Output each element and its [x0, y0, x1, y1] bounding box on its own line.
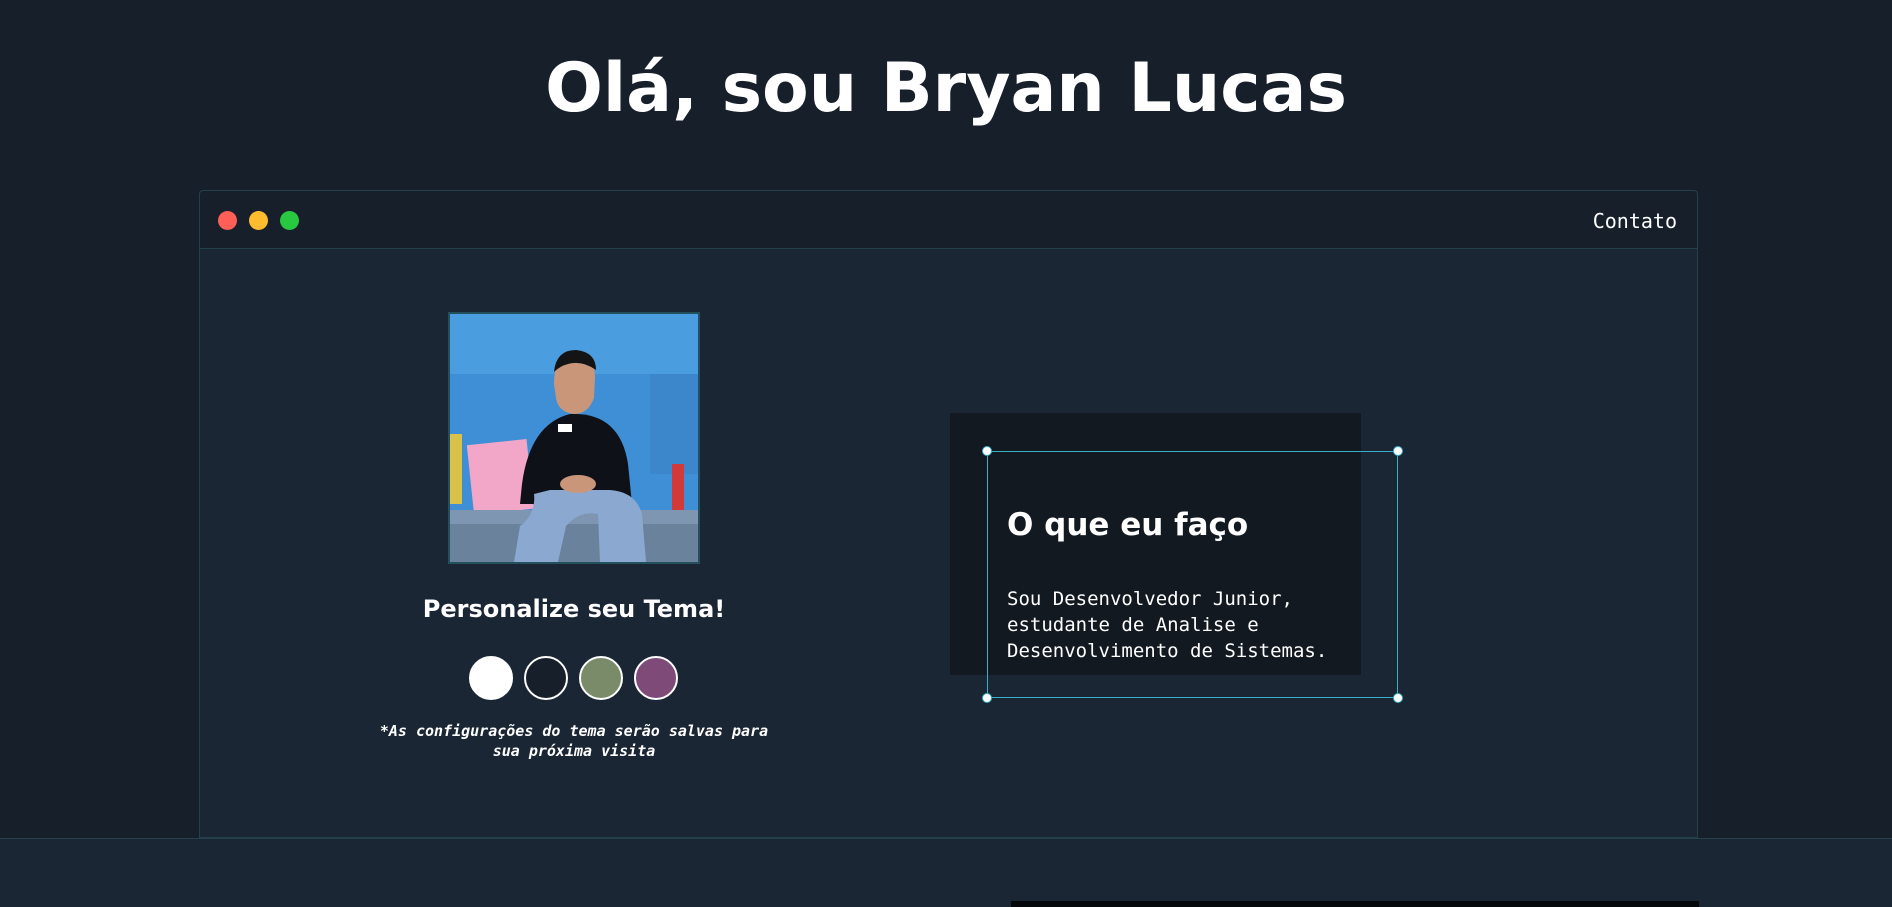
- window-minimize-button[interactable]: [249, 211, 268, 230]
- next-section: [0, 838, 1892, 907]
- window-maximize-button[interactable]: [280, 211, 299, 230]
- page-title: Olá, sou Bryan Lucas: [545, 49, 1347, 128]
- window-close-button[interactable]: [218, 211, 237, 230]
- resize-handle-bottom-right[interactable]: [1393, 693, 1403, 703]
- theme-save-note: *As configurações do tema serão salvas p…: [379, 722, 769, 760]
- theme-swatches: [469, 656, 689, 702]
- theme-title: Personalize seu Tema!: [422, 595, 726, 623]
- about-title: O que eu faço: [1007, 507, 1249, 543]
- theme-swatch-light[interactable]: [469, 656, 513, 700]
- theme-swatch-dark[interactable]: [524, 656, 568, 700]
- resize-handle-bottom-left[interactable]: [982, 693, 992, 703]
- theme-swatch-purple[interactable]: [634, 656, 678, 700]
- profile-photo: [448, 312, 700, 564]
- about-card: O que eu faço Sou Desenvolvedor Junior, …: [982, 446, 1403, 703]
- window-title-bar: Contato: [200, 191, 1697, 249]
- nav-contact-link[interactable]: Contato: [1593, 208, 1677, 234]
- resize-handle-top-right[interactable]: [1393, 446, 1403, 456]
- profile-photo-illustration: [450, 314, 698, 562]
- browser-window: Contato Personalize seu Tema! *As config…: [199, 190, 1698, 838]
- about-text: Sou Desenvolvedor Junior, estudante de A…: [1007, 588, 1328, 662]
- next-section-media: [1011, 901, 1699, 907]
- resize-handle-top-left[interactable]: [982, 446, 992, 456]
- theme-swatch-green[interactable]: [579, 656, 623, 700]
